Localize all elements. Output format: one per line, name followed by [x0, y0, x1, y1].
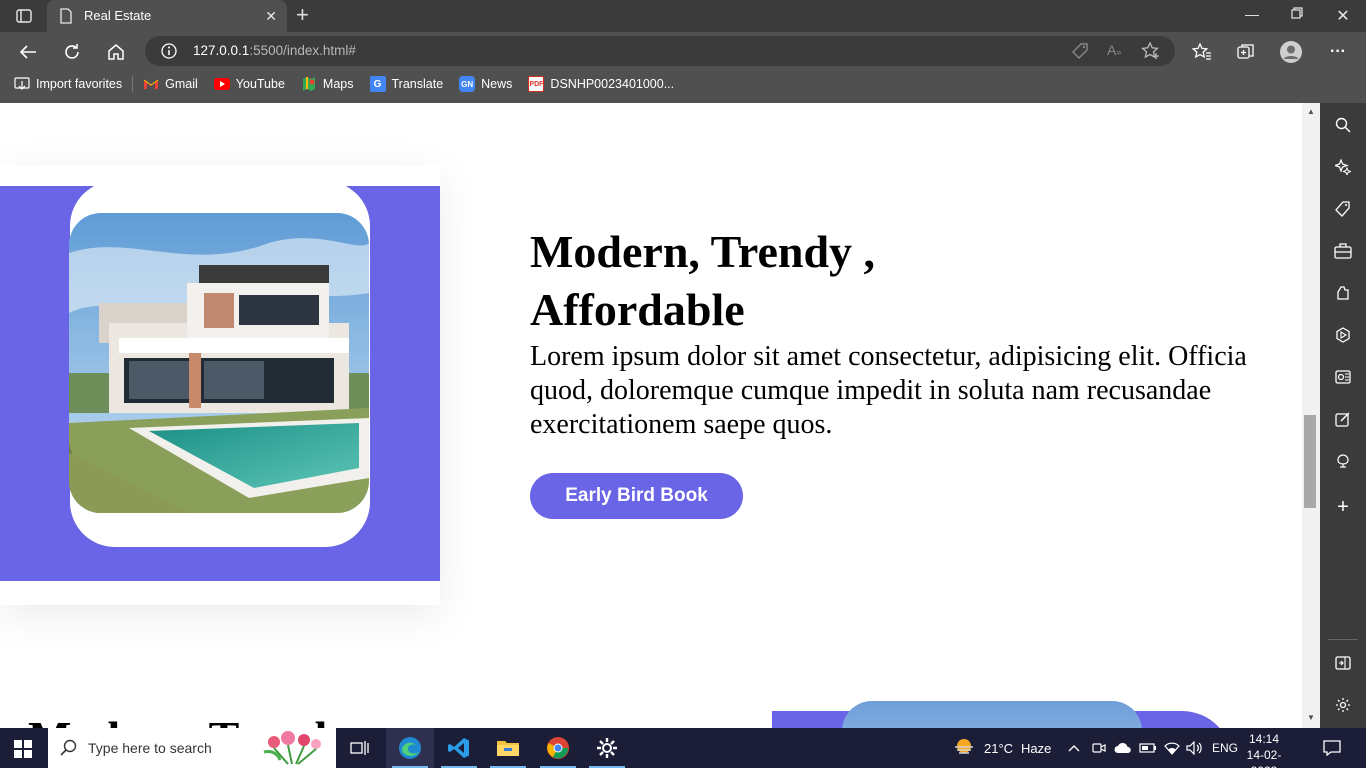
early-bird-book-button[interactable]: Early Bird Book	[530, 473, 743, 519]
search-placeholder: Type here to search	[88, 740, 212, 756]
next-section-title: Modern, Trendy ,	[28, 711, 373, 728]
add-favorite-icon[interactable]	[1141, 41, 1161, 63]
address-bar[interactable]: 127.0.0.1:5500/index.html# A»	[145, 36, 1175, 66]
scrollbar-thumb[interactable]	[1304, 415, 1316, 508]
tools-icon[interactable]	[1333, 241, 1353, 261]
shopping-tag-icon[interactable]	[1071, 42, 1089, 63]
bookmark-youtube[interactable]: YouTube	[213, 76, 285, 92]
flowers-icon	[260, 730, 326, 768]
hero-description: Lorem ipsum dolor sit amet consectetur, …	[530, 341, 1247, 440]
bookmark-gmail[interactable]: Gmail	[143, 76, 198, 92]
pdf-icon: PDF	[528, 76, 545, 92]
close-tab-icon[interactable]: ✕	[265, 8, 277, 25]
site-info-icon[interactable]	[161, 43, 177, 62]
hidden-icons-chevron[interactable]	[1068, 728, 1080, 768]
clock-date: 14-02-2023	[1246, 748, 1282, 768]
collections-icon[interactable]	[1235, 41, 1257, 63]
maps-icon	[301, 76, 317, 92]
edge-sidebar: +	[1320, 103, 1366, 728]
games-icon[interactable]	[1333, 283, 1353, 303]
meet-now-icon[interactable]	[1092, 728, 1106, 768]
weather-temperature: 21°C	[984, 740, 1014, 756]
read-aloud-icon[interactable]: A»	[1107, 42, 1121, 58]
chrome-taskbar-icon[interactable]	[534, 728, 582, 768]
sidebar-separator	[1328, 639, 1358, 640]
taskbar-search-box[interactable]: Type here to search	[48, 728, 336, 768]
search-icon	[60, 739, 78, 760]
shopping-icon[interactable]	[1333, 199, 1353, 219]
clock-time: 14:14	[1248, 732, 1280, 746]
vscode-taskbar-icon[interactable]	[435, 728, 483, 768]
hero-title: Modern, Trendy , Affordable	[530, 226, 876, 335]
add-sidebar-app-icon[interactable]: +	[1333, 496, 1353, 518]
hero-image	[69, 213, 369, 513]
import-icon	[14, 76, 30, 92]
bookmark-separator	[132, 76, 134, 92]
refresh-icon[interactable]	[61, 41, 83, 63]
bookmark-news[interactable]: GN News	[459, 76, 512, 92]
minimize-icon[interactable]: —	[1242, 6, 1262, 22]
profile-avatar[interactable]	[1280, 41, 1302, 63]
page-viewport: Modern, Trendy , Affordable Lorem ipsum …	[0, 103, 1302, 728]
bookmark-maps[interactable]: Maps	[301, 76, 354, 92]
file-explorer-taskbar-icon[interactable]	[484, 728, 532, 768]
news-icon: GN	[459, 76, 476, 92]
bookmark-import-favorites[interactable]: Import favorites	[14, 76, 122, 92]
tab-strip: Real Estate ✕ + — ✕	[0, 0, 1366, 32]
new-tab-button[interactable]: +	[296, 4, 309, 26]
weather-condition: Haze	[1021, 740, 1052, 756]
tab-actions-icon[interactable]	[10, 6, 38, 26]
hide-sidebar-icon[interactable]	[1333, 653, 1353, 673]
close-window-icon[interactable]: ✕	[1333, 6, 1353, 26]
drop-icon[interactable]	[1333, 409, 1353, 429]
notifications-icon[interactable]	[1323, 728, 1341, 768]
url-text: 127.0.0.1:5500/index.html#	[193, 43, 356, 58]
page-icon	[59, 8, 73, 27]
edge-taskbar-icon[interactable]	[386, 728, 434, 768]
tab-title: Real Estate	[84, 8, 152, 23]
windows-taskbar: Type here to search 21°C Haze ENG 14:14 …	[0, 728, 1366, 768]
next-section-image	[842, 701, 1142, 728]
bookmark-translate[interactable]: G Translate	[369, 76, 443, 92]
settings-icon[interactable]	[1333, 695, 1353, 715]
browser-toolbar: 127.0.0.1:5500/index.html# A» ···	[0, 32, 1366, 70]
discover-icon[interactable]	[1333, 157, 1353, 177]
back-icon[interactable]	[17, 41, 39, 63]
scroll-down-icon[interactable]: ▼	[1307, 713, 1315, 722]
onedrive-icon[interactable]	[1333, 451, 1353, 471]
outlook-icon[interactable]	[1333, 367, 1353, 387]
onedrive-tray-icon[interactable]	[1114, 728, 1132, 768]
tab-real-estate[interactable]: Real Estate ✕	[47, 0, 287, 32]
youtube-icon	[213, 76, 230, 92]
haze-icon	[952, 737, 976, 760]
favorites-icon[interactable]	[1191, 41, 1213, 63]
microsoft-365-icon[interactable]	[1333, 325, 1353, 345]
windows-start-icon[interactable]	[14, 740, 32, 763]
home-icon[interactable]	[105, 41, 127, 63]
favorites-bar: Import favorites Gmail YouTube Maps G Tr…	[0, 70, 1366, 98]
search-icon[interactable]	[1333, 115, 1353, 135]
scroll-up-icon[interactable]: ▲	[1307, 107, 1315, 116]
bookmark-pdf[interactable]: PDF DSNHP0023401000...	[528, 76, 674, 92]
translate-icon: G	[369, 76, 386, 92]
more-menu-icon[interactable]: ···	[1327, 41, 1349, 63]
system-clock[interactable]: 14:14 14-02-2023	[1236, 731, 1292, 768]
battery-icon[interactable]	[1139, 728, 1157, 768]
language-indicator[interactable]: ENG	[1212, 728, 1238, 768]
gmail-icon	[143, 76, 159, 92]
restore-icon[interactable]	[1287, 6, 1307, 22]
volume-icon[interactable]	[1186, 728, 1204, 768]
wifi-icon[interactable]	[1163, 728, 1181, 768]
task-view-icon[interactable]	[336, 728, 384, 768]
weather-widget[interactable]: 21°C Haze	[952, 728, 1051, 768]
page-scrollbar[interactable]: ▲ ▼	[1302, 103, 1320, 728]
settings-taskbar-icon[interactable]	[583, 728, 631, 768]
